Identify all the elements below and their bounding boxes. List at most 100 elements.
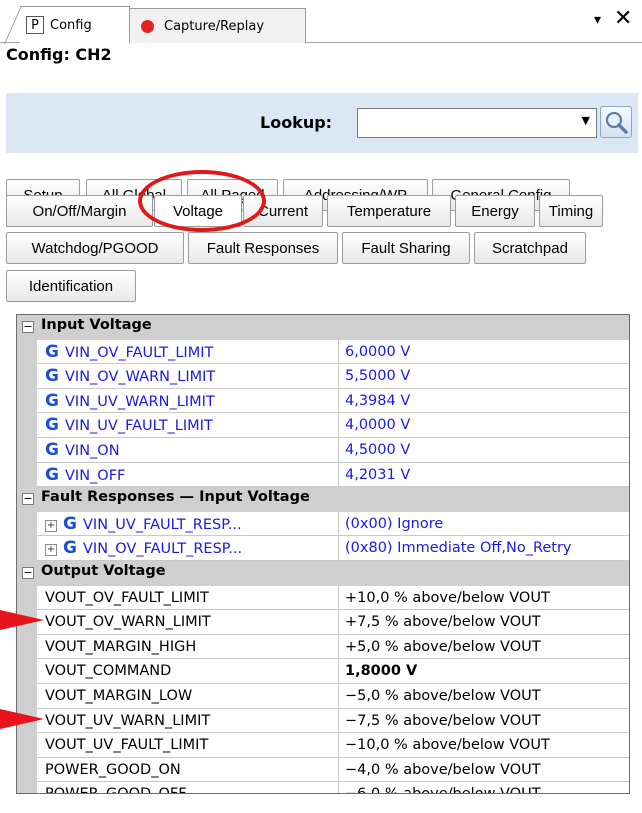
fault-sharing-button[interactable]: Fault Sharing [342, 232, 470, 264]
table-row[interactable]: VOUT_UV_FAULT_LIMIT −10,0 % above/below … [17, 733, 629, 758]
param-name: G VIN_OV_WARN_LIMIT [37, 364, 339, 389]
expand-icon[interactable]: + [45, 544, 57, 557]
energy-button[interactable]: Energy [455, 195, 535, 227]
g-logo-icon: G [45, 390, 59, 411]
param-name: VOUT_COMMAND [37, 659, 339, 684]
param-name-text: VIN_UV_WARN_LIMIT [65, 393, 215, 410]
table-row[interactable]: + G VIN_UV_FAULT_RESP... (0x00) Ignore [17, 511, 629, 537]
section-fault-responses-input-voltage[interactable]: − Fault Responses — Input Voltage [17, 487, 629, 512]
param-name-text: VIN_OV_FAULT_RESP... [83, 541, 243, 558]
property-grid[interactable]: − Input Voltage G VIN_OV_FAULT_LIMIT 6,00… [16, 314, 630, 794]
g-logo-icon: G [63, 538, 77, 559]
param-value[interactable]: 1,8000 V [339, 659, 629, 684]
row-gutter [17, 536, 37, 561]
param-name: G VIN_ON [37, 438, 339, 463]
param-name: VOUT_UV_WARN_LIMIT [37, 708, 339, 734]
collapse-icon[interactable]: − [22, 321, 34, 333]
record-dot-icon [141, 19, 154, 33]
table-row[interactable]: G VIN_UV_WARN_LIMIT 4,3984 V [17, 388, 629, 414]
page-title: Config: CH2 [6, 45, 112, 64]
identification-button[interactable]: Identification [6, 270, 136, 302]
tab-config-label: Config [50, 17, 92, 33]
chevron-down-icon[interactable]: ▼ [582, 114, 590, 127]
param-name: VOUT_UV_FAULT_LIMIT [37, 733, 339, 758]
on-off-margin-button[interactable]: On/Off/Margin [6, 195, 153, 227]
collapse-icon[interactable]: − [22, 567, 34, 579]
param-value[interactable]: 4,0000 V [339, 413, 629, 438]
param-name: G VIN_UV_FAULT_LIMIT [37, 413, 339, 438]
param-value[interactable]: (0x80) Immediate Off,No_Retry [339, 536, 629, 561]
lookup-label: Lookup: [260, 113, 333, 132]
row-gutter [17, 438, 37, 463]
pin-dropdown-icon[interactable]: ▾ [594, 12, 601, 28]
param-name-text: VIN_UV_FAULT_LIMIT [65, 418, 213, 435]
param-name-text: VIN_OV_FAULT_LIMIT [65, 344, 214, 361]
row-gutter [17, 413, 37, 438]
param-value[interactable]: −6,0 % above/below VOUT [339, 782, 629, 793]
param-value[interactable]: 4,3984 V [339, 389, 629, 414]
param-value[interactable]: 4,2031 V [339, 463, 629, 488]
tab-config[interactable]: P Config [4, 6, 130, 44]
table-row[interactable]: G VIN_UV_FAULT_LIMIT 4,0000 V [17, 413, 629, 438]
temperature-button[interactable]: Temperature [327, 195, 451, 227]
param-name: POWER_GOOD_OFF [37, 782, 339, 793]
g-logo-icon: G [45, 464, 59, 485]
g-logo-icon: G [63, 513, 77, 534]
tab-capture-replay[interactable]: Capture/Replay [128, 8, 306, 43]
param-name: + G VIN_OV_FAULT_RESP... [37, 536, 339, 561]
expand-icon[interactable]: + [45, 519, 57, 532]
param-value[interactable]: +5,0 % above/below VOUT [339, 635, 629, 660]
timing-button[interactable]: Timing [539, 195, 603, 227]
section-output-voltage[interactable]: − Output Voltage [17, 561, 629, 586]
watchdog-pgood-button[interactable]: Watchdog/PGOOD [6, 232, 184, 264]
param-value[interactable]: 6,0000 V [339, 340, 629, 365]
table-row[interactable]: VOUT_OV_WARN_LIMIT +7,5 % above/below VO… [17, 610, 629, 635]
fault-responses-button[interactable]: Fault Responses [188, 232, 338, 264]
table-row[interactable]: G VIN_ON 4,5000 V [17, 438, 629, 463]
g-logo-icon: G [45, 440, 59, 460]
param-value[interactable]: 4,5000 V [339, 438, 629, 463]
lookup-button[interactable] [600, 106, 632, 138]
table-row[interactable]: POWER_GOOD_OFF −6,0 % above/below VOUT [17, 782, 629, 793]
section-title: Output Voltage [41, 563, 166, 579]
lookup-input[interactable]: ▼ [357, 108, 597, 138]
param-value[interactable]: (0x00) Ignore [339, 512, 629, 537]
table-row[interactable]: G VIN_OFF 4,2031 V [17, 462, 629, 488]
param-value[interactable]: −4,0 % above/below VOUT [339, 758, 629, 783]
row-gutter [17, 339, 37, 365]
param-value[interactable]: +10,0 % above/below VOUT [339, 586, 629, 611]
tab-capture-label: Capture/Replay [164, 18, 265, 34]
scratchpad-button[interactable]: Scratchpad [474, 232, 586, 264]
table-row[interactable]: POWER_GOOD_ON −4,0 % above/below VOUT [17, 757, 629, 783]
param-name: G VIN_OFF [37, 462, 339, 488]
table-row[interactable]: VOUT_OV_FAULT_LIMIT +10,0 % above/below … [17, 585, 629, 611]
row-gutter [17, 388, 37, 414]
table-row[interactable]: VOUT_COMMAND 1,8000 V [17, 659, 629, 684]
tab-strip: P Config Capture/Replay ▾ ✕ [0, 0, 642, 44]
param-name: VOUT_OV_FAULT_LIMIT [37, 585, 339, 611]
param-name-text: VIN_OV_WARN_LIMIT [65, 369, 216, 386]
param-value[interactable]: 5,5000 V [339, 364, 629, 389]
param-name: VOUT_MARGIN_HIGH [37, 634, 339, 660]
table-row[interactable]: G VIN_OV_FAULT_LIMIT 6,0000 V [17, 339, 629, 365]
row-gutter [17, 634, 37, 660]
highlight-ring [138, 170, 266, 232]
close-icon[interactable]: ✕ [614, 8, 632, 30]
param-value[interactable]: −10,0 % above/below VOUT [339, 733, 629, 758]
row-gutter [17, 462, 37, 488]
param-value[interactable]: −5,0 % above/below VOUT [339, 684, 629, 709]
table-row[interactable]: + G VIN_OV_FAULT_RESP... (0x80) Immediate … [17, 536, 629, 561]
table-row[interactable]: VOUT_MARGIN_HIGH +5,0 % above/below VOUT [17, 634, 629, 660]
param-value[interactable]: −7,5 % above/below VOUT [339, 709, 629, 734]
arrow-marker-margin-low [0, 709, 44, 729]
section-title: Fault Responses — Input Voltage [41, 489, 310, 506]
param-name: + G VIN_UV_FAULT_RESP... [37, 511, 339, 537]
collapse-icon[interactable]: − [22, 493, 34, 506]
table-row[interactable]: VOUT_MARGIN_LOW −5,0 % above/below VOUT [17, 684, 629, 709]
table-row[interactable]: G VIN_OV_WARN_LIMIT 5,5000 V [17, 364, 629, 389]
section-input-voltage[interactable]: − Input Voltage [17, 315, 629, 340]
param-name-text: VIN_ON [65, 443, 120, 459]
table-row[interactable]: VOUT_UV_WARN_LIMIT −7,5 % above/below VO… [17, 708, 629, 734]
param-value[interactable]: +7,5 % above/below VOUT [339, 610, 629, 635]
row-gutter [17, 511, 37, 537]
